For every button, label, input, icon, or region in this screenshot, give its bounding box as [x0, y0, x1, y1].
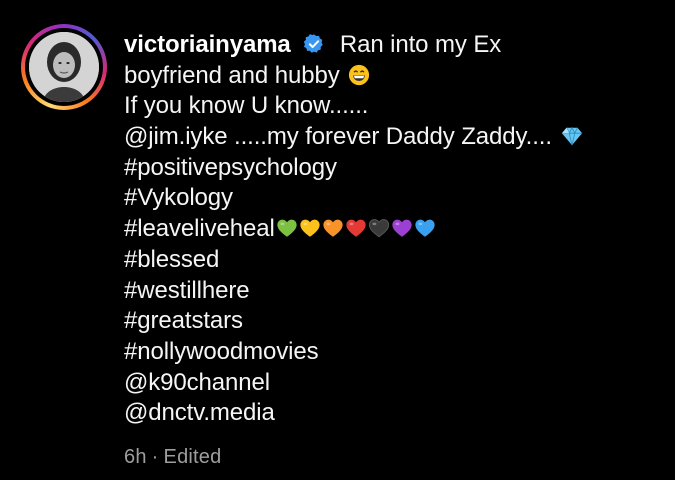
post-caption: victoriainyama Ran into my Ex boyfriend … — [124, 30, 664, 429]
edited-label: Edited — [163, 446, 222, 469]
hashtag-link[interactable]: #greatstars — [124, 307, 243, 334]
hashtag-line: #positivepsychology — [124, 153, 664, 184]
heart-emoji-row — [275, 215, 436, 242]
hashtag-line: #Vykology — [124, 183, 664, 214]
red-heart-emoji-icon — [346, 219, 366, 237]
mention-link[interactable]: @k90channel — [124, 369, 270, 396]
post-meta: 6h · Edited — [124, 446, 221, 469]
hashtag-link[interactable]: #nollywoodmovies — [124, 338, 319, 365]
hashtag-link[interactable]: #blessed — [124, 246, 219, 273]
green-heart-emoji-icon — [277, 219, 297, 237]
hashtag-line: #greatstars — [124, 306, 664, 337]
caption-text: boyfriend and hubby — [124, 61, 340, 89]
caption-line-3: If you know U know...... — [124, 91, 664, 122]
hashtag-line: #blessed — [124, 245, 664, 276]
post-time[interactable]: 6h — [124, 446, 147, 468]
orange-heart-emoji-icon — [323, 219, 343, 237]
avatar-ring-gap — [25, 28, 103, 106]
hashtag-line: #westillhere — [124, 276, 664, 307]
purple-heart-emoji-icon — [392, 219, 412, 237]
caption-line-2: boyfriend and hubby — [124, 61, 664, 92]
avatar[interactable] — [29, 32, 99, 102]
avatar-story-ring[interactable] — [21, 24, 107, 110]
mention-line: @k90channel — [124, 368, 664, 399]
blue-heart-emoji-icon — [415, 219, 435, 237]
caption-text: Ran into my Ex — [339, 31, 502, 58]
black-heart-emoji-icon — [368, 219, 389, 238]
hashtag-link[interactable]: #westillhere — [124, 277, 250, 304]
caption-line-4: @jim.iyke .....my forever Daddy Zaddy...… — [124, 122, 664, 153]
hashtag-link[interactable]: #positivepsychology — [124, 154, 337, 181]
hashtag-link[interactable]: #Vykology — [124, 184, 233, 211]
gem-stone-emoji-icon — [561, 126, 582, 146]
verified-badge-icon — [304, 34, 323, 53]
meta-separator: · — [151, 446, 159, 469]
caption-text: .....my forever Daddy Zaddy.... — [227, 123, 552, 151]
yellow-heart-emoji-icon — [300, 219, 320, 237]
username-link[interactable]: victoriainyama — [124, 31, 291, 58]
grinning-face-emoji-icon — [349, 64, 370, 85]
mention-link[interactable]: @dnctv.media — [124, 399, 275, 426]
hashtag-link[interactable]: #leaveliveheal — [124, 215, 275, 242]
avatar-photo — [29, 32, 99, 102]
mention-link[interactable]: @jim.iyke — [124, 123, 228, 150]
caption-text: If you know U know...... — [124, 92, 369, 120]
mention-line: @dnctv.media — [124, 398, 664, 429]
hashtag-line: #nollywoodmovies — [124, 337, 664, 368]
hashtag-line-with-hearts: #leaveliveheal — [124, 214, 664, 245]
caption-line-1: victoriainyama Ran into my Ex — [124, 30, 664, 61]
